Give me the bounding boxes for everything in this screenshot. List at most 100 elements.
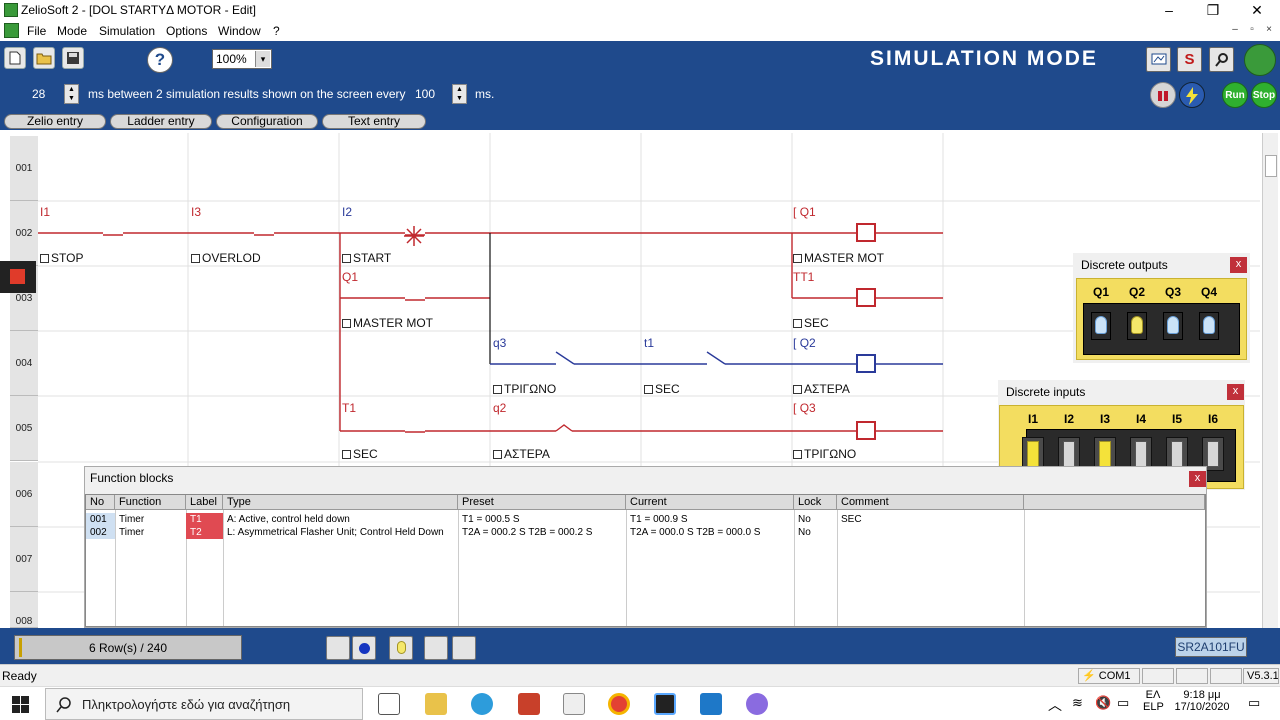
close-button[interactable]: ✕	[1234, 0, 1280, 21]
spin-down-icon[interactable]: ▼	[65, 94, 78, 103]
windows-start-icon[interactable]	[12, 696, 29, 716]
menu-window[interactable]: Window	[218, 24, 261, 38]
table-cell-lock[interactable]: No	[794, 513, 837, 526]
checkbox-icon[interactable]	[644, 385, 653, 394]
taskbar-search-input[interactable]: Πληκτρολογήστε εδώ για αναζήτηση	[45, 688, 363, 720]
clock[interactable]: 9:18 μμ 17/10/2020	[1172, 689, 1232, 713]
contact-name[interactable]: START	[342, 251, 391, 265]
tab-zelio-entry[interactable]: Zelio entry	[4, 114, 106, 129]
checkbox-icon[interactable]	[342, 254, 351, 263]
lightning-icon[interactable]	[1179, 82, 1205, 108]
column-header[interactable]: Function	[115, 495, 186, 510]
pause-button[interactable]	[1150, 82, 1176, 108]
coil-name[interactable]: ΤΡΙΓΩΝΟ	[793, 447, 856, 461]
column-header[interactable]: Comment	[837, 495, 1024, 510]
record-icon[interactable]	[352, 636, 376, 660]
checkbox-icon[interactable]	[793, 319, 802, 328]
task-view-icon[interactable]	[378, 693, 400, 715]
binoculars-icon[interactable]	[424, 636, 448, 660]
maximize-button[interactable]: ❐	[1190, 0, 1236, 21]
table-cell-type[interactable]: L: Asymmetrical Flasher Unit; Control He…	[223, 526, 458, 539]
contact-name[interactable]: MASTER MOT	[342, 316, 433, 330]
table-cell-current[interactable]: T2A = 000.0 S T2B = 000.0 S	[626, 526, 794, 539]
table-cell-comment[interactable]: SEC	[837, 513, 1024, 526]
module-icon[interactable]	[452, 636, 476, 660]
step-spinner[interactable]: ▲ ▼	[64, 84, 79, 104]
document-icon[interactable]	[4, 23, 19, 38]
stop-button[interactable]: Stop	[1251, 82, 1277, 108]
run-button[interactable]: Run	[1222, 82, 1248, 108]
lamp-icon[interactable]	[389, 636, 413, 660]
save-icon[interactable]	[62, 47, 84, 69]
table-cell-label[interactable]: T2	[186, 526, 223, 539]
wifi-icon[interactable]: ≋	[1072, 695, 1083, 711]
column-header[interactable]: Label	[186, 495, 223, 510]
new-file-icon[interactable]	[4, 47, 26, 69]
open-folder-icon[interactable]	[33, 47, 55, 69]
checkbox-icon[interactable]	[793, 254, 802, 263]
coil-name[interactable]: ΑΣΤΕΡΑ	[793, 382, 850, 396]
app-icon[interactable]	[518, 693, 540, 715]
menu-options[interactable]: Options	[166, 24, 207, 38]
menu-mode[interactable]: Mode	[57, 24, 87, 38]
table-cell-no[interactable]: 001	[86, 513, 115, 526]
checkbox-icon[interactable]	[493, 385, 502, 394]
checkbox-icon[interactable]	[793, 450, 802, 459]
refresh-spinner[interactable]: ▲ ▼	[452, 84, 467, 104]
spin-down-icon[interactable]: ▼	[453, 94, 466, 103]
chevron-down-icon[interactable]: ▾	[255, 51, 270, 67]
magnifier-icon[interactable]	[1209, 47, 1234, 72]
minimize-button[interactable]: –	[1146, 0, 1192, 21]
stop-indicator[interactable]	[0, 261, 36, 293]
file-explorer-icon[interactable]	[425, 693, 447, 715]
mdi-close-button[interactable]: ×	[1262, 24, 1276, 37]
table-cell-current[interactable]: T1 = 000.9 S	[626, 513, 794, 526]
menu-file[interactable]: File	[27, 24, 46, 38]
menu-simulation[interactable]: Simulation	[99, 24, 155, 38]
contact-name[interactable]: STOP	[40, 251, 83, 265]
checkbox-icon[interactable]	[342, 450, 351, 459]
walk-icon[interactable]	[326, 636, 350, 660]
language-indicator[interactable]: ΕΛ ELP	[1143, 689, 1164, 713]
table-cell-comment[interactable]	[837, 526, 1024, 539]
checkbox-icon[interactable]	[793, 385, 802, 394]
scroll-thumb[interactable]	[1265, 155, 1277, 177]
tab-ladder-entry[interactable]: Ladder entry	[110, 114, 212, 129]
checkbox-icon[interactable]	[342, 319, 351, 328]
column-header[interactable]: Preset	[458, 495, 626, 510]
store-icon[interactable]	[700, 693, 722, 715]
chevron-up-icon[interactable]: ︿	[1048, 695, 1062, 715]
table-cell-function[interactable]: Timer	[115, 513, 186, 526]
notification-icon[interactable]: ▭	[1248, 695, 1260, 711]
coil-name[interactable]: MASTER MOT	[793, 251, 884, 265]
contact-name[interactable]: SEC	[342, 447, 378, 461]
table-cell-lock[interactable]: No	[794, 526, 837, 539]
column-header[interactable]: No	[86, 495, 115, 510]
table-cell-no[interactable]: 002	[86, 526, 115, 539]
column-header[interactable]: Current	[626, 495, 794, 510]
checkbox-icon[interactable]	[40, 254, 49, 263]
coil-name[interactable]: SEC	[793, 316, 829, 330]
column-header[interactable]: Lock	[794, 495, 837, 510]
menu-help[interactable]: ?	[273, 24, 280, 38]
table-cell-label[interactable]: T1	[186, 513, 223, 526]
settings-icon[interactable]	[746, 693, 768, 715]
contact-name[interactable]: SEC	[644, 382, 680, 396]
mdi-restore-button[interactable]: ▫	[1245, 24, 1259, 37]
contact-name[interactable]: ΑΣΤΕΡΑ	[493, 447, 550, 461]
close-icon[interactable]: x	[1230, 257, 1247, 273]
chrome-icon[interactable]	[608, 693, 630, 715]
monitor-icon[interactable]	[1146, 47, 1171, 72]
tab-text-entry[interactable]: Text entry	[322, 114, 426, 129]
edge-icon[interactable]	[471, 693, 493, 715]
checkbox-icon[interactable]	[191, 254, 200, 263]
spin-up-icon[interactable]: ▲	[453, 85, 466, 94]
contact-name[interactable]: OVERLOD	[191, 251, 261, 265]
zelio-taskbar-icon[interactable]	[654, 693, 676, 715]
table-cell-preset[interactable]: T2A = 000.2 S T2B = 000.2 S	[458, 526, 626, 539]
zoom-select[interactable]: 100% ▾	[212, 49, 272, 69]
table-cell-type[interactable]: A: Active, control held down	[223, 513, 458, 526]
column-header[interactable]: Type	[223, 495, 458, 510]
document-icon[interactable]	[563, 693, 585, 715]
contact-name[interactable]: ΤΡΙΓΩΝΟ	[493, 382, 556, 396]
